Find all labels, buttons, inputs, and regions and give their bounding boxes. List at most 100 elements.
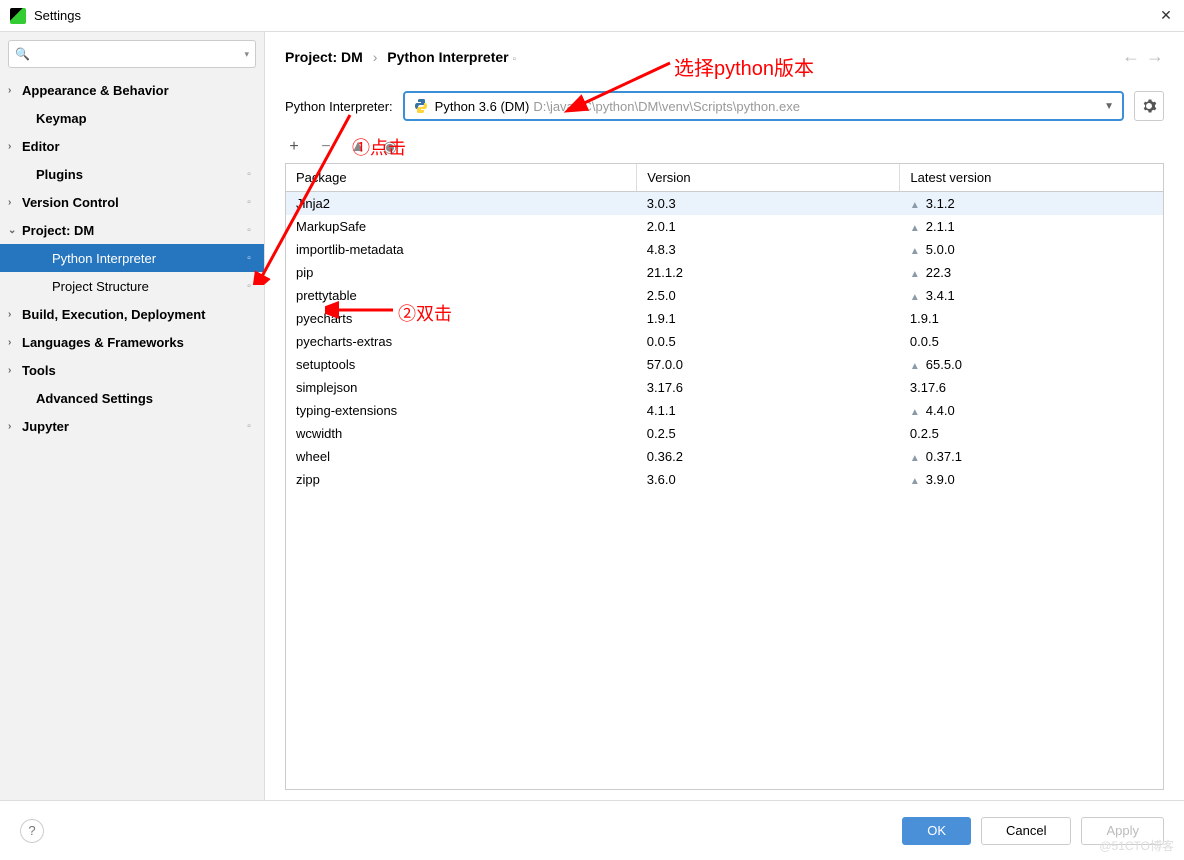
package-latest: ▲3.1.2 [900, 192, 1163, 216]
package-latest: ▲5.0.0 [900, 238, 1163, 261]
package-name: zipp [286, 468, 637, 491]
reset-icon: ▫ [242, 169, 256, 180]
sidebar-item-tools[interactable]: ›Tools [0, 356, 264, 384]
sidebar-item-plugins[interactable]: Plugins ▫ [0, 160, 264, 188]
package-name: MarkupSafe [286, 215, 637, 238]
search-input[interactable]: 🔍 ▾ [8, 40, 256, 68]
sidebar-item-label: Plugins [36, 167, 83, 182]
package-version: 0.36.2 [637, 445, 900, 468]
package-version: 4.1.1 [637, 399, 900, 422]
package-version: 21.1.2 [637, 261, 900, 284]
close-icon[interactable]: ✕ [1158, 8, 1174, 24]
table-header-latest[interactable]: Latest version [900, 164, 1163, 192]
interpreter-label: Python Interpreter: [285, 99, 393, 114]
nav-forward-icon[interactable]: → [1146, 46, 1164, 67]
dialog-footer: ? OK Cancel Apply [0, 800, 1184, 860]
package-name: setuptools [286, 353, 637, 376]
package-name: importlib-metadata [286, 238, 637, 261]
settings-sidebar: 🔍 ▾ ›Appearance & BehaviorKeymap›EditorP… [0, 32, 265, 800]
package-latest: ▲3.9.0 [900, 468, 1163, 491]
breadcrumb-separator-icon: › [373, 49, 378, 65]
interpreter-dropdown[interactable]: Python 3.6 (DM) D:\javaBC\python\DM\venv… [403, 91, 1124, 121]
package-version: 4.8.3 [637, 238, 900, 261]
sidebar-item-project-dm[interactable]: ⌄Project: DM ▫ [0, 216, 264, 244]
app-icon [10, 8, 26, 24]
package-version: 3.0.3 [637, 192, 900, 216]
breadcrumb-page: Python Interpreter [387, 49, 508, 65]
add-package-icon[interactable]: + [285, 138, 303, 156]
sidebar-item-label: Project: DM [22, 223, 94, 238]
sidebar-item-label: Python Interpreter [52, 251, 156, 266]
package-version: 1.9.1 [637, 307, 900, 330]
sidebar-item-label: Keymap [36, 111, 87, 126]
settings-tree: ›Appearance & BehaviorKeymap›EditorPlugi… [0, 76, 264, 800]
chevron-icon: › [8, 337, 22, 348]
reset-icon: ▫ [242, 225, 256, 236]
package-table: Package Version Latest version Jinja23.0… [286, 164, 1163, 491]
update-available-icon: ▲ [910, 200, 920, 211]
remove-package-icon[interactable]: − [317, 138, 335, 156]
settings-content: Project: DM › Python Interpreter ▫ ← → P… [265, 32, 1184, 800]
table-row[interactable]: importlib-metadata4.8.3▲5.0.0 [286, 238, 1163, 261]
sidebar-item-python-interpreter[interactable]: Python Interpreter▫ [0, 244, 264, 272]
chevron-icon: › [8, 365, 22, 376]
package-latest: 0.2.5 [900, 422, 1163, 445]
table-row[interactable]: pyecharts1.9.11.9.1 [286, 307, 1163, 330]
interpreter-settings-button[interactable] [1134, 91, 1164, 121]
sidebar-item-jupyter[interactable]: ›Jupyter▫ [0, 412, 264, 440]
update-available-icon: ▲ [910, 269, 920, 280]
sidebar-item-label: Jupyter [22, 419, 69, 434]
table-header-package[interactable]: Package [286, 164, 637, 192]
upgrade-package-icon[interactable]: ▲ [349, 138, 367, 156]
package-name: simplejson [286, 376, 637, 399]
ok-button[interactable]: OK [902, 817, 971, 845]
table-row[interactable]: wcwidth0.2.50.2.5 [286, 422, 1163, 445]
sidebar-item-version-control[interactable]: ›Version Control▫ [0, 188, 264, 216]
sidebar-item-label: Appearance & Behavior [22, 83, 169, 98]
package-name: typing-extensions [286, 399, 637, 422]
help-button[interactable]: ? [20, 819, 44, 843]
package-version: 3.17.6 [637, 376, 900, 399]
python-icon [413, 98, 429, 114]
table-row[interactable]: typing-extensions4.1.1▲4.4.0 [286, 399, 1163, 422]
search-dropdown-icon[interactable]: ▾ [244, 49, 249, 60]
package-latest: ▲22.3 [900, 261, 1163, 284]
sidebar-item-build-execution-deployment[interactable]: ›Build, Execution, Deployment [0, 300, 264, 328]
chevron-icon: ⌄ [8, 225, 22, 236]
table-row[interactable]: wheel0.36.2▲0.37.1 [286, 445, 1163, 468]
table-row[interactable]: MarkupSafe2.0.1▲2.1.1 [286, 215, 1163, 238]
table-row[interactable]: pyecharts-extras0.0.50.0.5 [286, 330, 1163, 353]
table-row[interactable]: pip21.1.2▲22.3 [286, 261, 1163, 284]
update-available-icon: ▲ [910, 292, 920, 303]
sidebar-item-keymap[interactable]: Keymap [0, 104, 264, 132]
chevron-icon: › [8, 309, 22, 320]
table-row[interactable]: Jinja23.0.3▲3.1.2 [286, 192, 1163, 216]
update-available-icon: ▲ [910, 246, 920, 257]
table-row[interactable]: zipp3.6.0▲3.9.0 [286, 468, 1163, 491]
sidebar-item-project-structure[interactable]: Project Structure▫ [0, 272, 264, 300]
nav-back-icon[interactable]: ← [1122, 46, 1140, 67]
reset-icon: ▫ [513, 54, 517, 65]
update-available-icon: ▲ [910, 223, 920, 234]
table-row[interactable]: simplejson3.17.63.17.6 [286, 376, 1163, 399]
sidebar-item-editor[interactable]: ›Editor [0, 132, 264, 160]
titlebar: Settings ✕ [0, 0, 1184, 32]
package-name: pyecharts-extras [286, 330, 637, 353]
sidebar-item-appearance-behavior[interactable]: ›Appearance & Behavior [0, 76, 264, 104]
table-header-version[interactable]: Version [637, 164, 900, 192]
show-early-releases-icon[interactable]: ◉ [381, 137, 399, 157]
table-row[interactable]: setuptools57.0.0▲65.5.0 [286, 353, 1163, 376]
sidebar-item-advanced-settings[interactable]: Advanced Settings [0, 384, 264, 412]
sidebar-item-label: Build, Execution, Deployment [22, 307, 205, 322]
package-latest: 1.9.1 [900, 307, 1163, 330]
reset-icon: ▫ [242, 421, 256, 432]
cancel-button[interactable]: Cancel [981, 817, 1071, 845]
sidebar-item-label: Project Structure [52, 279, 149, 294]
package-latest: 0.0.5 [900, 330, 1163, 353]
sidebar-item-label: Editor [22, 139, 60, 154]
table-row[interactable]: prettytable2.5.0▲3.4.1 [286, 284, 1163, 307]
package-latest: ▲3.4.1 [900, 284, 1163, 307]
package-name: pip [286, 261, 637, 284]
sidebar-item-languages-frameworks[interactable]: ›Languages & Frameworks [0, 328, 264, 356]
sidebar-item-label: Languages & Frameworks [22, 335, 184, 350]
